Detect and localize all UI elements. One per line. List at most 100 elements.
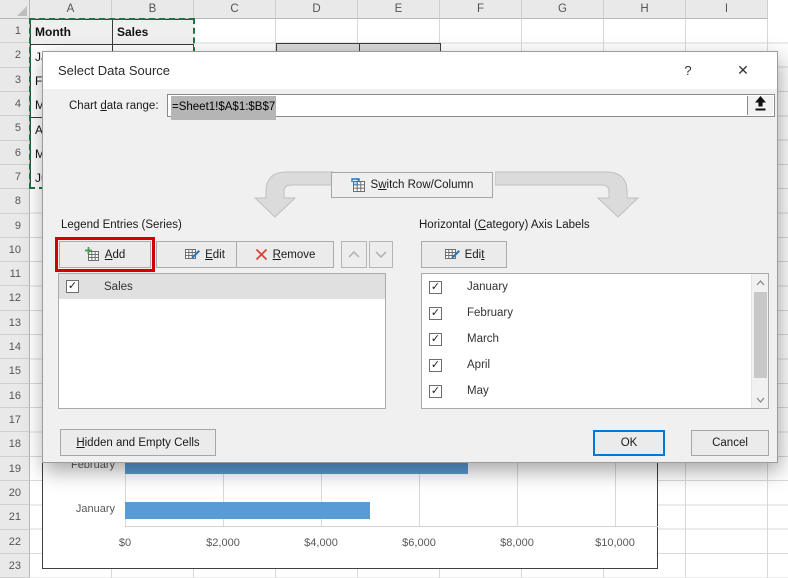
cancel-button[interactable]: Cancel [691,430,769,456]
edit-axis-labels-icon [444,247,460,262]
select-data-source-dialog: Select Data Source ? ✕ Chart data range:… [42,51,778,463]
column-headers: A B C D E F G H I [30,0,768,19]
row-header-4[interactable]: 4 [0,92,30,116]
column-header-i[interactable]: I [686,0,768,19]
column-header-a[interactable]: A [30,0,112,19]
row-header-6[interactable]: 6 [0,141,30,165]
row-header-13[interactable]: 13 [0,311,30,335]
move-down-button[interactable] [369,241,393,268]
axis-tick-label: $10,000 [583,537,647,549]
axis-tick-label: $0 [93,537,157,549]
legend-entries-label: Legend Entries (Series) [61,219,182,231]
column-header-c[interactable]: C [194,0,276,19]
axis-label-checkbox[interactable]: ✓ [429,385,442,398]
column-header-d[interactable]: D [276,0,358,19]
row-header-15[interactable]: 15 [0,359,30,383]
scrollbar[interactable] [751,274,768,408]
collapse-range-icon [754,96,767,111]
legend-entries-list[interactable]: ✓ Sales [58,273,386,409]
chart-category-label: January [49,503,115,515]
edit-series-icon [184,247,200,262]
scrollbar-thumb[interactable] [754,292,767,378]
row-header-2[interactable]: 2 [0,43,30,67]
switch-row-column-icon [351,178,366,192]
select-all-corner[interactable] [0,0,30,19]
chart-axis-line [125,526,658,527]
series-label: Sales [104,281,133,293]
row-header-19[interactable]: 19 [0,457,30,481]
column-header-b[interactable]: B [112,0,194,19]
row-header-10[interactable]: 10 [0,238,30,262]
row-header-3[interactable]: 3 [0,68,30,92]
dialog-title: Select Data Source [58,52,170,89]
row-header-12[interactable]: 12 [0,286,30,310]
axis-label-item[interactable]: ✓ April [422,352,768,378]
chevron-down-icon [375,251,387,258]
row-header-23[interactable]: 23 [0,554,30,578]
chart-data-range-label: Chart data range: [69,100,159,112]
column-header-f[interactable]: F [440,0,522,19]
switch-row-column-button[interactable]: Switch Row/Column [331,172,493,198]
axis-labels-list[interactable]: ✓ January ✓ February ✓ March ✓ April ✓ M… [421,273,769,409]
select-all-triangle-icon [17,6,27,16]
close-icon[interactable]: ✕ [723,52,763,89]
hidden-and-empty-cells-label: Hidden and Empty Cells [76,437,199,449]
scroll-up-button[interactable] [752,274,769,291]
row-header-9[interactable]: 9 [0,214,30,238]
row-header-14[interactable]: 14 [0,335,30,359]
axis-label-item[interactable]: ✓ January [422,274,768,300]
column-header-g[interactable]: G [522,0,604,19]
axis-label-checkbox[interactable]: ✓ [429,359,442,372]
scroll-down-button[interactable] [752,391,769,408]
chevron-up-icon [348,251,360,258]
add-series-icon [85,247,100,262]
range-value-selected-text: =Sheet1!$A$1:$B$7 [171,96,276,120]
add-button-label: Add [105,249,125,261]
flow-arrow-left-icon [248,170,334,218]
row-header-22[interactable]: 22 [0,530,30,554]
series-list-item[interactable]: ✓ Sales [59,274,385,299]
scroll-down-icon [756,397,765,403]
scroll-up-icon [756,280,765,286]
axis-label-item[interactable]: ✓ May [422,378,768,404]
edit-axis-labels-button[interactable]: Edit [421,241,507,268]
column-header-e[interactable]: E [358,0,440,19]
axis-label-checkbox[interactable]: ✓ [429,281,442,294]
help-icon[interactable]: ? [673,52,703,89]
chart-data-range-input[interactable]: =Sheet1!$A$1:$B$7 [167,94,775,117]
row-headers: 1234567891011121314151617181920212223 [0,19,30,578]
axis-label-checkbox[interactable]: ✓ [429,333,442,346]
axis-label-checkbox[interactable]: ✓ [429,307,442,320]
row-header-16[interactable]: 16 [0,384,30,408]
axis-tick-label: $4,000 [289,537,353,549]
flow-arrow-right-icon [495,170,645,218]
collapse-dialog-button[interactable] [747,96,773,115]
chart-bar[interactable] [125,502,370,519]
axis-label-item[interactable]: ✓ March [422,326,768,352]
row-header-11[interactable]: 11 [0,262,30,286]
move-up-button[interactable] [341,241,367,268]
row-header-18[interactable]: 18 [0,432,30,456]
series-checkbox[interactable]: ✓ [66,280,79,293]
column-header-h[interactable]: H [604,0,686,19]
axis-tick-label: $2,000 [191,537,255,549]
switch-row-column-label: Switch Row/Column [371,179,474,191]
row-header-8[interactable]: 8 [0,189,30,213]
edit-axis-labels-label: Edit [465,249,485,261]
edit-series-label: Edit [205,249,225,261]
row-header-7[interactable]: 7 [0,165,30,189]
hidden-and-empty-cells-button[interactable]: Hidden and Empty Cells [60,429,216,456]
add-button[interactable]: Add [59,241,151,268]
axis-label-item[interactable]: ✓ February [422,300,768,326]
axis-tick-label: $6,000 [387,537,451,549]
row-header-17[interactable]: 17 [0,408,30,432]
row-header-5[interactable]: 5 [0,116,30,140]
row-header-20[interactable]: 20 [0,481,30,505]
row-header-1[interactable]: 1 [0,19,30,43]
horizontal-axis-labels-label: Horizontal (Category) Axis Labels [419,219,590,231]
row-header-21[interactable]: 21 [0,505,30,529]
axis-tick-label: $8,000 [485,537,549,549]
remove-button-label: Remove [273,249,316,261]
ok-button[interactable]: OK [593,430,665,456]
remove-button[interactable]: Remove [236,241,334,268]
